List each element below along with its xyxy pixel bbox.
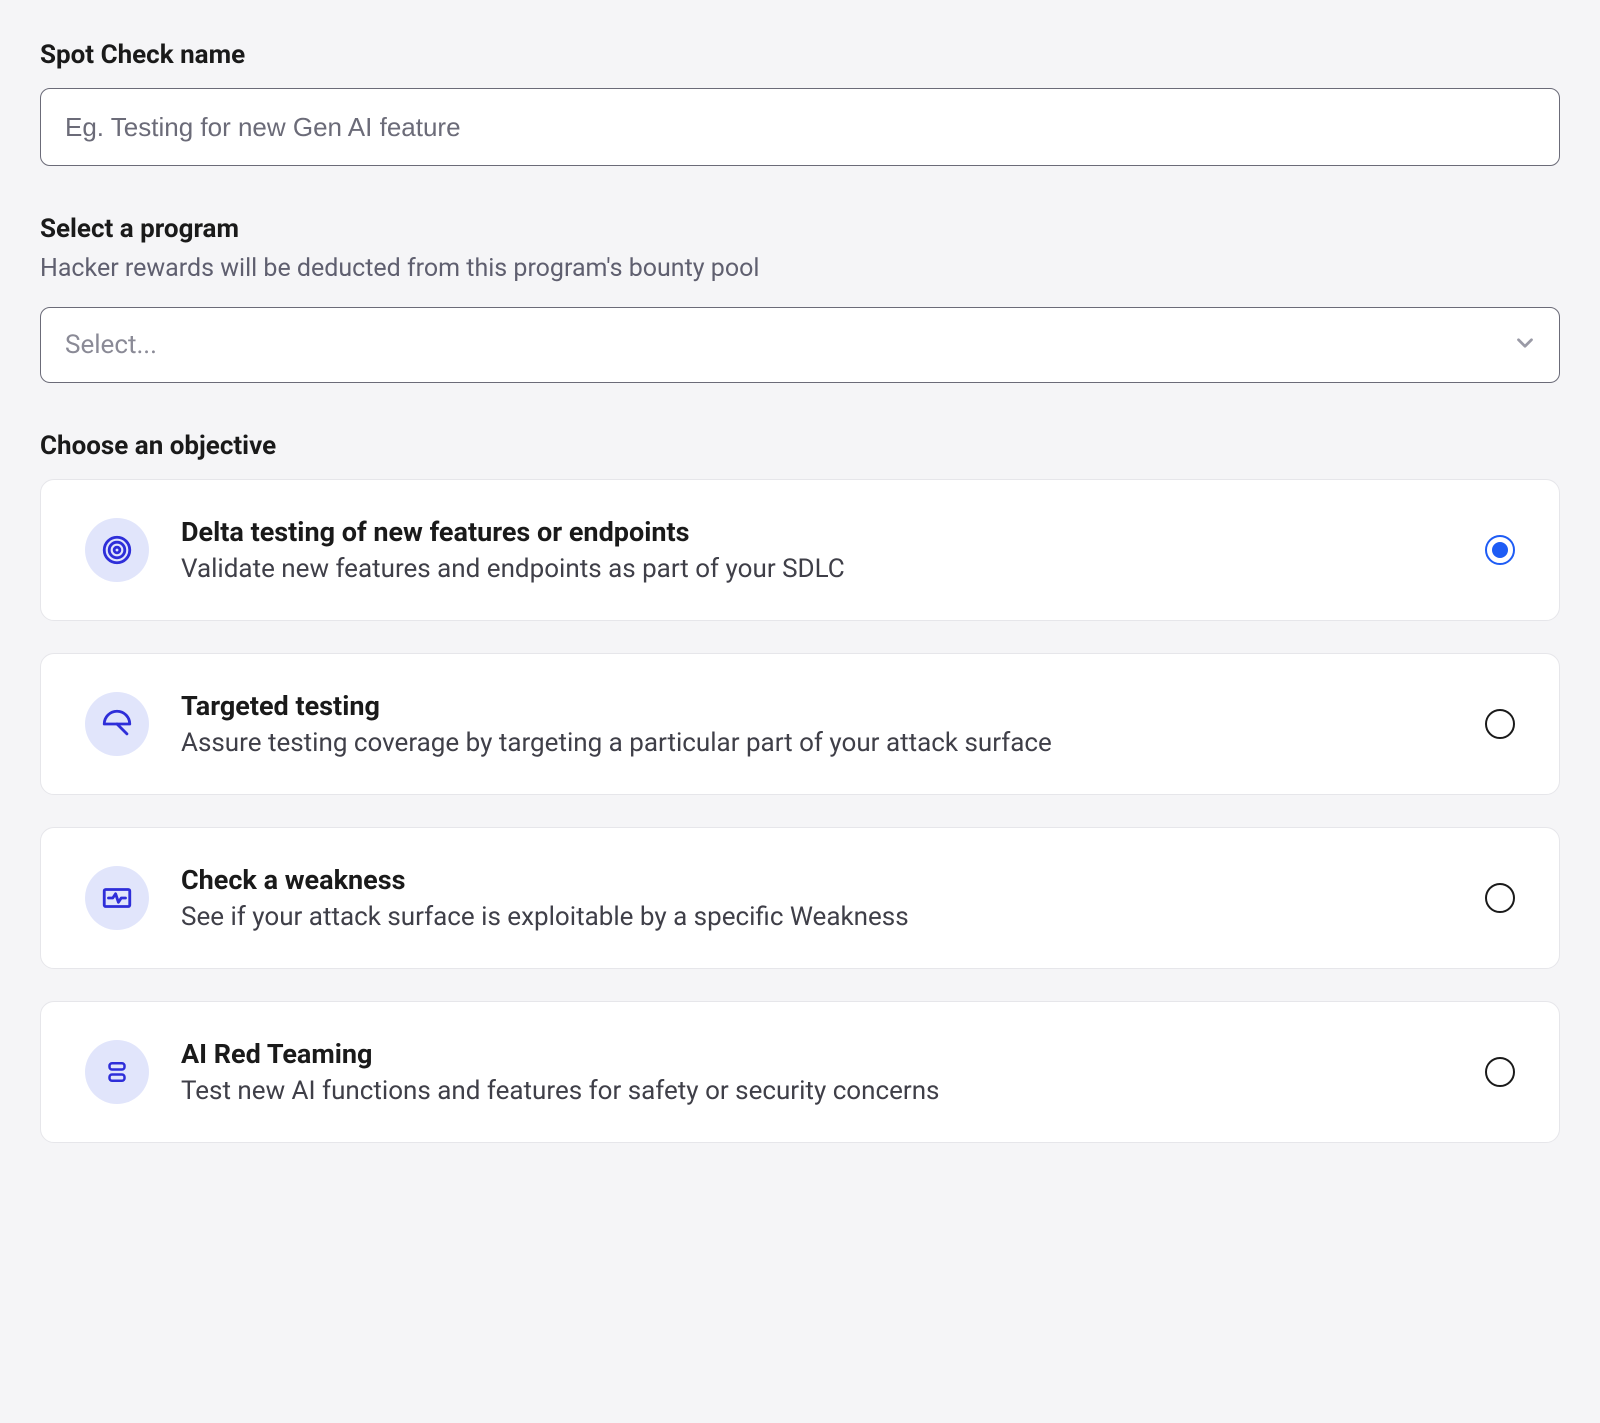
spot-check-name-input[interactable] [40, 88, 1560, 166]
objective-desc: Test new AI functions and features for s… [181, 1076, 1453, 1106]
program-hint: Hacker rewards will be deducted from thi… [40, 254, 1560, 283]
program-select[interactable]: Select... [40, 307, 1560, 383]
umbrella-icon [85, 692, 149, 756]
objective-radio-targeted[interactable] [1485, 709, 1515, 739]
objective-title: Check a weakness [181, 864, 1453, 896]
objective-section: Choose an objective Delta testing of new… [40, 431, 1560, 1143]
objective-radio-weakness[interactable] [1485, 883, 1515, 913]
target-spiral-icon [85, 518, 149, 582]
objective-title: AI Red Teaming [181, 1038, 1453, 1070]
objective-card-delta[interactable]: Delta testing of new features or endpoin… [40, 479, 1560, 621]
objective-radio-delta[interactable] [1485, 535, 1515, 565]
program-label: Select a program [40, 214, 1560, 244]
program-select-placeholder: Select... [65, 330, 157, 360]
waveform-icon [85, 866, 149, 930]
spot-check-name-field: Spot Check name [40, 40, 1560, 166]
spot-check-name-label: Spot Check name [40, 40, 1560, 70]
objective-desc: Assure testing coverage by targeting a p… [181, 728, 1453, 758]
objective-desc: See if your attack surface is exploitabl… [181, 902, 1453, 932]
objective-desc: Validate new features and endpoints as p… [181, 554, 1453, 584]
objective-label: Choose an objective [40, 431, 1560, 461]
objective-title: Targeted testing [181, 690, 1453, 722]
objective-title: Delta testing of new features or endpoin… [181, 516, 1453, 548]
objective-card-targeted[interactable]: Targeted testing Assure testing coverage… [40, 653, 1560, 795]
objective-card-weakness[interactable]: Check a weakness See if your attack surf… [40, 827, 1560, 969]
objective-radio-ai[interactable] [1485, 1057, 1515, 1087]
objective-card-ai[interactable]: AI Red Teaming Test new AI functions and… [40, 1001, 1560, 1143]
ai-module-icon [85, 1040, 149, 1104]
program-field: Select a program Hacker rewards will be … [40, 214, 1560, 383]
